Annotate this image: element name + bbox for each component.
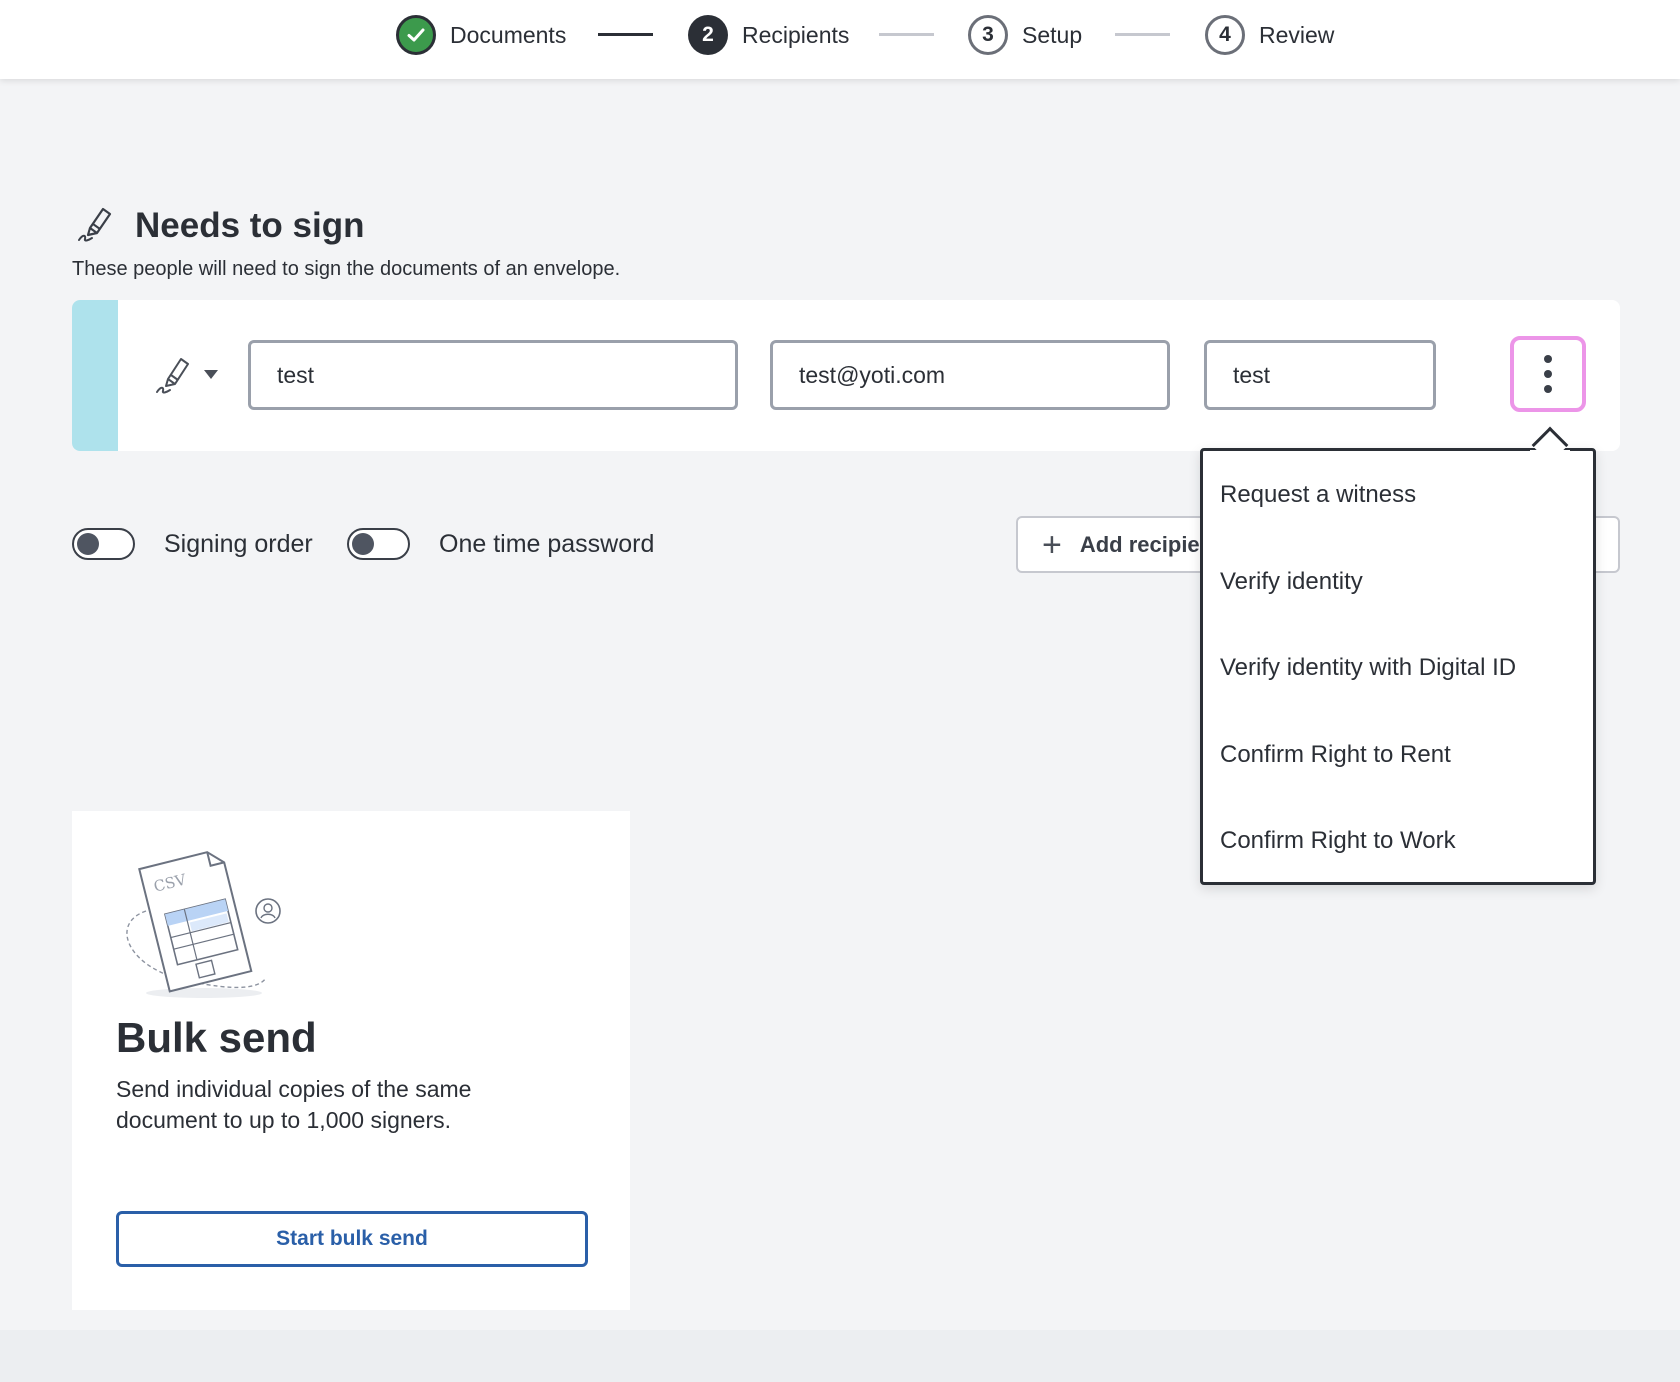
signing-order-toggle[interactable] [72,528,135,560]
progress-stepper: Documents 2 Recipients 3 Setup 4 Review [0,0,1680,79]
plus-icon: + [1042,525,1062,564]
step-label: Recipients [742,21,850,48]
recipient-email-input[interactable] [770,340,1170,410]
bulk-send-card: CSV Bulk send Send individual copies of … [72,811,630,1310]
signature-pen-icon [156,358,189,394]
bulk-send-title: Bulk send [116,1014,317,1061]
more-options-button[interactable] [1510,336,1586,412]
step-number: 2 [688,15,728,55]
step-setup[interactable]: 3 Setup [968,15,1082,55]
role-select[interactable] [154,352,218,396]
recipient-extra-input[interactable] [1204,340,1436,410]
csv-upload-illustration: CSV [126,851,281,998]
step-number: 3 [968,15,1008,55]
otp-toggle[interactable] [347,528,410,560]
step-connector [1115,33,1170,36]
kebab-icon [1544,355,1552,363]
recipient-color-stripe [72,300,118,451]
step-label: Setup [1022,21,1083,48]
chevron-down-icon [204,369,218,379]
start-bulk-send-button[interactable]: Start bulk send [116,1211,588,1267]
step-documents[interactable]: Documents [396,15,566,55]
step-review[interactable]: 4 Review [1205,15,1334,55]
step-connector [598,33,653,36]
step-connector [879,33,934,36]
signing-order-label: Signing order [164,530,313,558]
menu-item-verify-digital-id[interactable]: Verify identity with Digital ID [1220,638,1580,698]
bulk-send-description: Send individual copies of the same docum… [116,1076,472,1133]
menu-item-right-to-rent[interactable]: Confirm Right to Rent [1220,725,1580,785]
section-title: Needs to sign [135,206,365,245]
otp-label: One time password [439,530,655,558]
recipient-options-menu: Request a witness Verify identity Verify… [1200,448,1596,885]
check-icon [396,15,436,55]
section-description: These people will need to sign the docum… [72,258,621,280]
step-number: 4 [1205,15,1245,55]
page-footer-area [0,1330,1680,1382]
recipient-name-input[interactable] [248,340,738,410]
menu-item-request-witness[interactable]: Request a witness [1220,465,1580,525]
step-label: Documents [450,21,567,48]
menu-item-right-to-work[interactable]: Confirm Right to Work [1220,811,1580,871]
recipient-card [72,300,1620,451]
signature-pen-icon [78,207,112,242]
step-label: Review [1259,21,1335,48]
menu-item-verify-identity[interactable]: Verify identity [1220,552,1580,612]
step-recipients[interactable]: 2 Recipients [688,15,849,55]
